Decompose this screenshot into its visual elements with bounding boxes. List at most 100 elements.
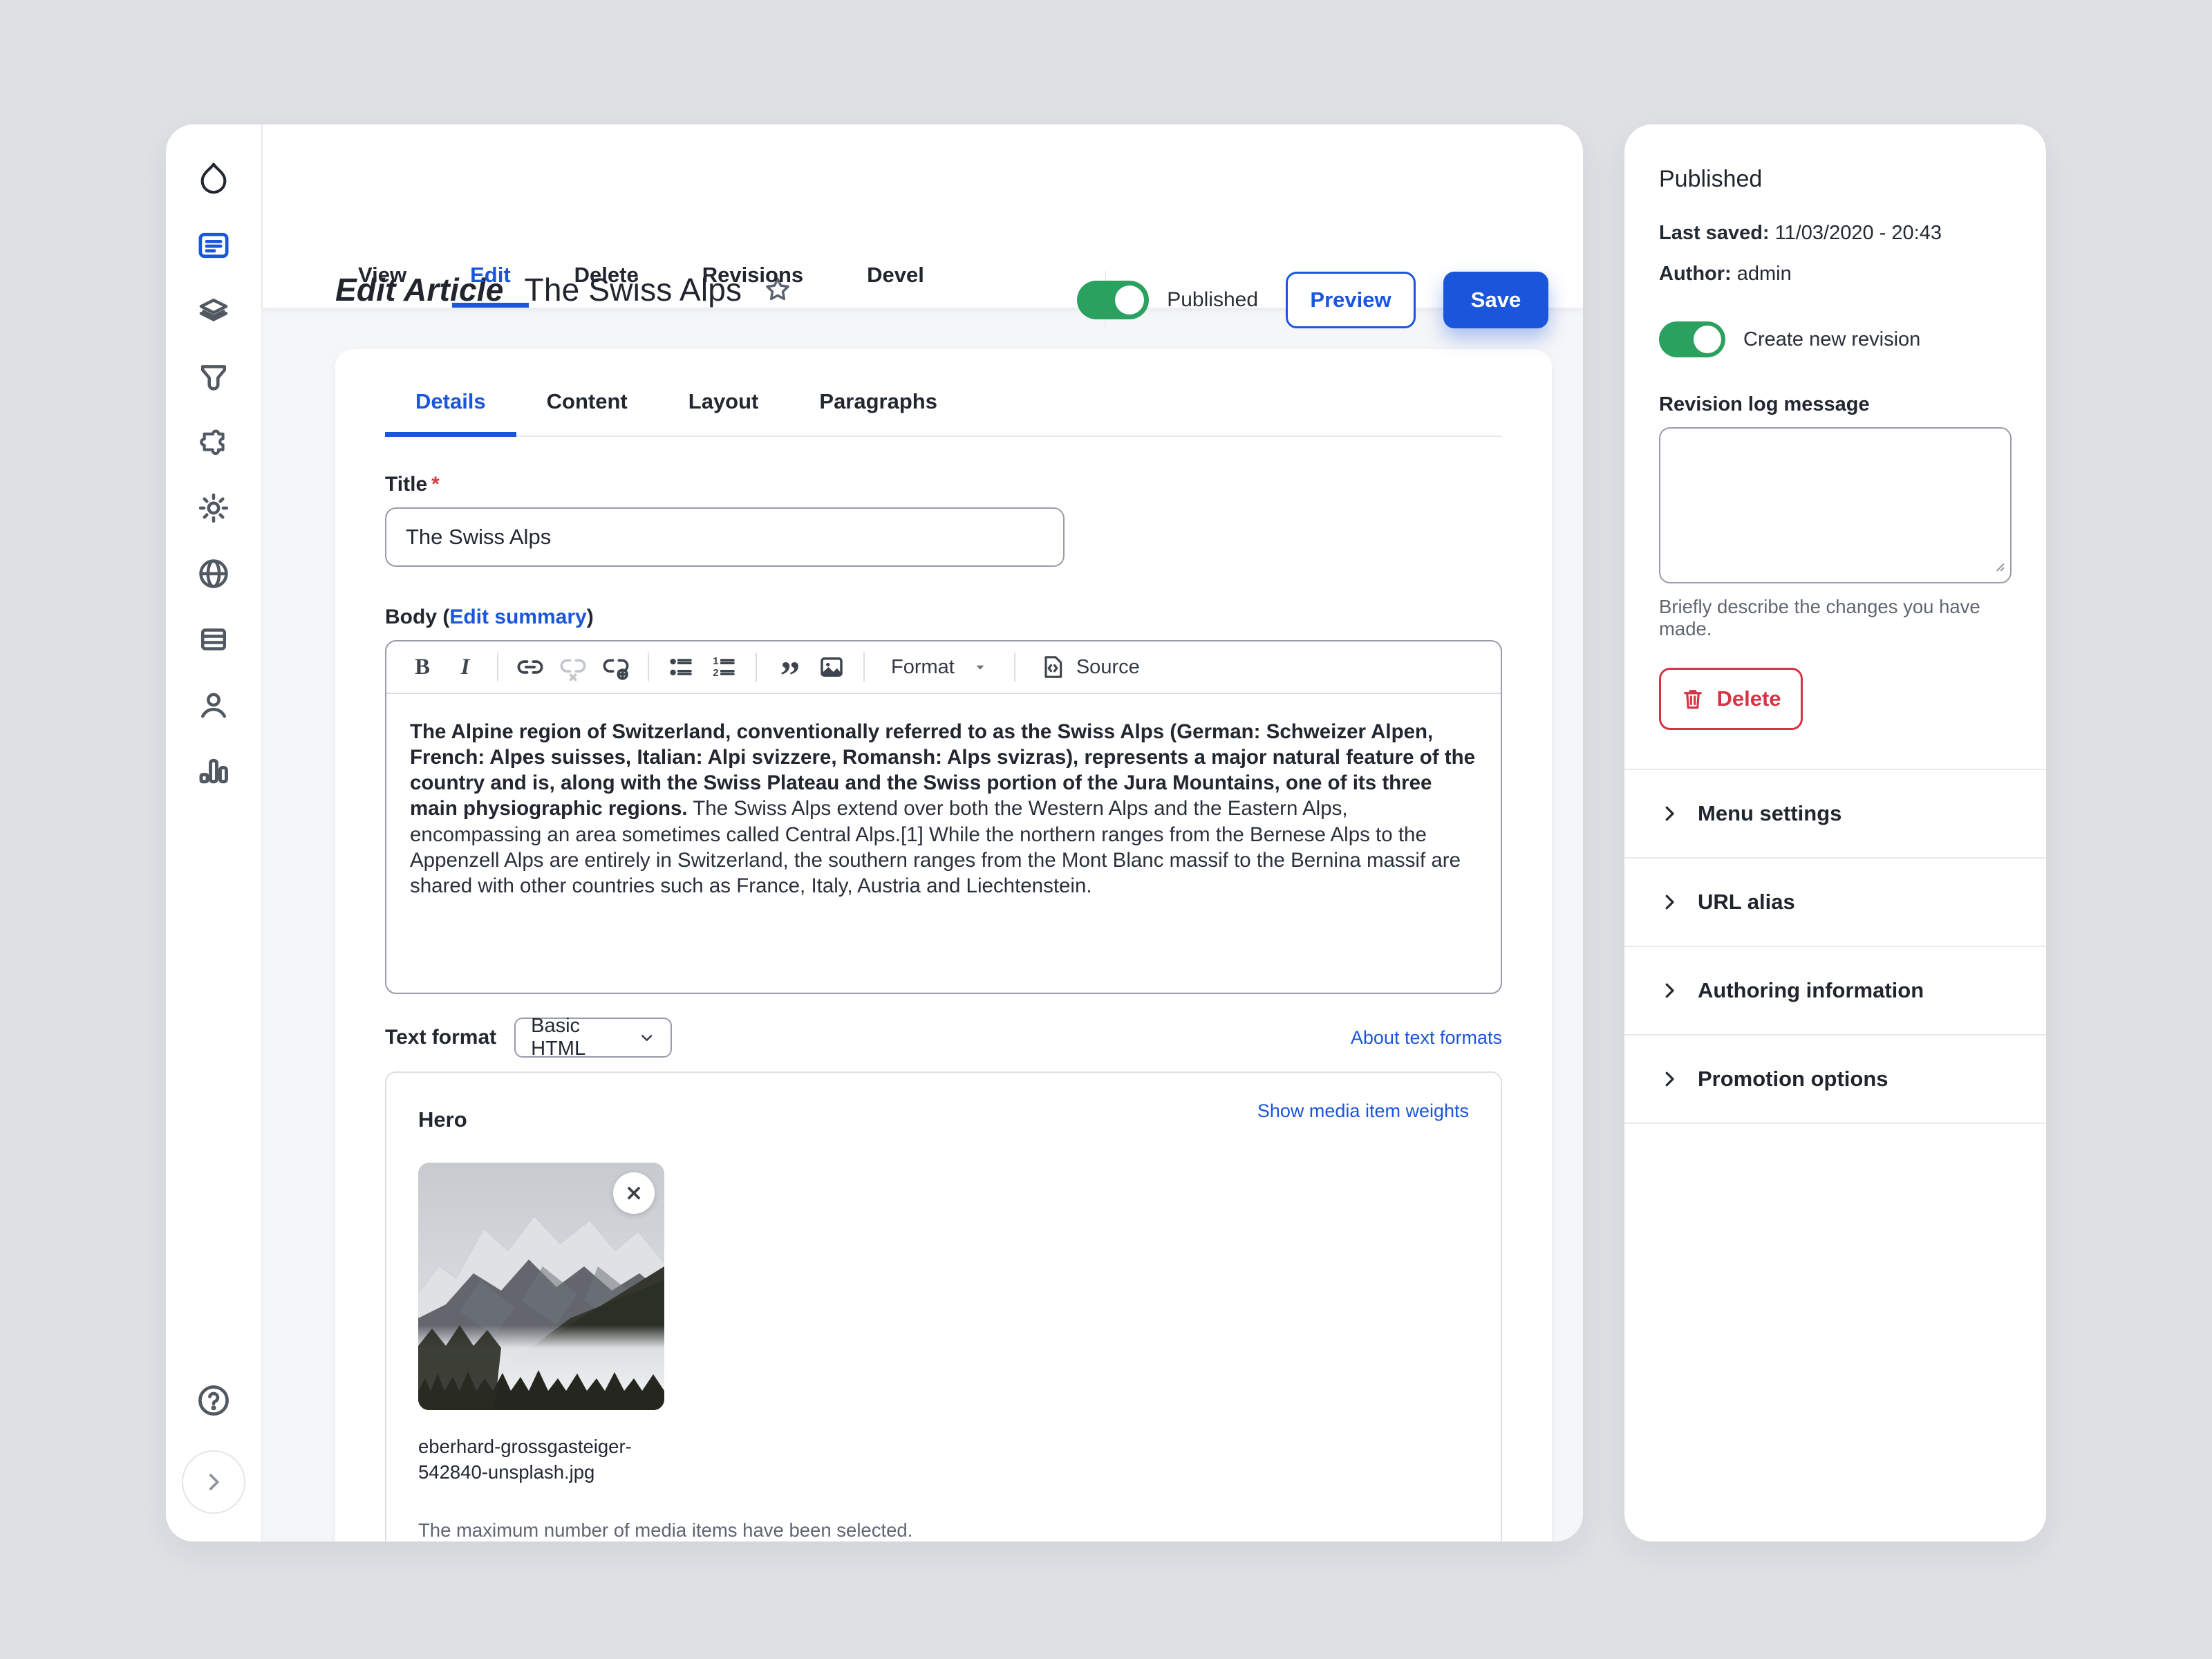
chevron-down-icon <box>641 1035 653 1041</box>
content-area: Details Content Layout Paragraphs Title *… <box>263 308 1583 1541</box>
edit-summary-link[interactable]: Edit summary <box>449 606 586 628</box>
status-heading: Published <box>1659 166 1763 192</box>
page-header: Edit Article The Swiss Alps Published Pr… <box>263 124 1583 329</box>
italic-button[interactable]: I <box>447 648 483 686</box>
accordion-label: URL alias <box>1698 890 1795 914</box>
about-text-formats-link[interactable]: About text formats <box>1351 1027 1502 1049</box>
text-format-row: Text format Basic HTML About text format… <box>385 1015 1502 1060</box>
create-revision-toggle[interactable] <box>1659 321 1725 357</box>
numbered-list-button[interactable]: 12 <box>706 648 742 686</box>
hero-label: Hero <box>418 1107 467 1132</box>
expand-chevron-icon[interactable] <box>182 1450 245 1514</box>
delete-button[interactable]: Delete <box>1659 668 1803 730</box>
format-dropdown-label: Format <box>891 655 955 678</box>
chevron-right-icon <box>1665 894 1674 910</box>
title-input[interactable] <box>385 507 1065 567</box>
format-dropdown[interactable]: Format <box>879 656 1000 679</box>
text-format-select[interactable]: Basic HTML <box>514 1015 673 1060</box>
source-button[interactable]: Source <box>1029 653 1150 681</box>
title-field-label: Title * <box>385 473 1502 496</box>
bold-button[interactable]: B <box>404 648 440 686</box>
configuration-gear-icon[interactable] <box>189 483 238 533</box>
toolbar-divider <box>648 653 649 682</box>
tab-devel[interactable]: Devel <box>849 263 942 308</box>
author-value: admin <box>1731 263 1792 285</box>
header-actions: Published Preview Save <box>1077 271 1548 329</box>
help-icon[interactable] <box>189 1376 238 1425</box>
tab-details[interactable]: Details <box>385 389 516 437</box>
toggle-knob <box>1694 326 1721 353</box>
tab-paragraphs[interactable]: Paragraphs <box>789 389 968 437</box>
revision-log-textarea[interactable] <box>1659 427 2012 583</box>
toolbar-divider <box>1013 653 1015 682</box>
text-format-value: Basic HTML <box>531 1015 586 1060</box>
tab-revisions[interactable]: Revisions <box>684 263 821 308</box>
tab-layout[interactable]: Layout <box>658 389 789 437</box>
reports-chart-icon[interactable] <box>189 746 238 796</box>
structure-layers-icon[interactable] <box>189 286 238 336</box>
last-saved-label: Last saved: <box>1659 222 1770 244</box>
svg-text:1: 1 <box>713 656 718 667</box>
link-button[interactable] <box>512 648 548 686</box>
show-media-weights-link[interactable]: Show media item weights <box>1257 1100 1469 1122</box>
bullet-list-button[interactable] <box>663 648 699 686</box>
chevron-right-icon <box>1665 983 1674 998</box>
create-revision-row: Create new revision <box>1659 321 2012 357</box>
chevron-right-icon <box>1665 1071 1674 1087</box>
editor-content[interactable]: The Alpine region of Switzerland, conven… <box>386 694 1501 993</box>
body-label-prefix: Body ( <box>385 606 450 628</box>
books-icon[interactable] <box>189 615 238 664</box>
edit-form-card: Details Content Layout Paragraphs Title *… <box>335 349 1552 1541</box>
hero-header: Hero Show media item weights <box>418 1100 1469 1132</box>
trash-icon <box>1684 690 1703 709</box>
svg-text:2: 2 <box>713 668 718 679</box>
toolbar-divider <box>756 653 757 682</box>
body-label-suffix: ) <box>586 606 594 628</box>
revision-log-label: Revision log message <box>1659 393 1870 415</box>
unlink-button[interactable] <box>555 648 591 686</box>
toolbar-divider <box>863 653 865 682</box>
appearance-shield-icon[interactable] <box>189 352 238 402</box>
blockquote-button[interactable]: ” <box>771 648 807 696</box>
tab-edit[interactable]: Edit <box>452 263 529 308</box>
revision-log-wrap <box>1659 427 2012 583</box>
body-field-label: Body (Edit summary) <box>385 606 1502 629</box>
published-toggle[interactable] <box>1077 281 1150 319</box>
save-button[interactable]: Save <box>1443 272 1548 328</box>
revision-log-help: Briefly describe the changes you have ma… <box>1659 596 1980 639</box>
accordion-label: Menu settings <box>1698 801 1842 825</box>
content-icon[interactable] <box>189 221 238 270</box>
accordion-label: Promotion options <box>1698 1067 1888 1091</box>
chevron-right-icon <box>1665 806 1674 821</box>
hero-media-card: Hero Show media item weights eberhard-gr… <box>385 1071 1502 1541</box>
textarea-resize-handle[interactable] <box>1991 558 2006 577</box>
source-code-icon <box>1044 656 1062 678</box>
web-globe-icon[interactable] <box>189 549 238 599</box>
extend-puzzle-icon[interactable] <box>189 418 238 467</box>
accordion-authoring-information[interactable]: Authoring information <box>1624 947 2046 1035</box>
accordion-menu-settings[interactable]: Menu settings <box>1624 770 2046 859</box>
main-window: Edit Article The Swiss Alps Published Pr… <box>166 124 1583 1541</box>
tab-content[interactable]: Content <box>516 389 658 437</box>
body-editor: B I 1 2 ” Format Source The Alpine regio… <box>385 640 1502 994</box>
tab-view[interactable]: View <box>340 263 424 308</box>
required-mark: * <box>431 473 440 496</box>
people-icon[interactable] <box>189 680 238 730</box>
author-label: Author: <box>1659 263 1732 285</box>
remove-media-button[interactable] <box>613 1172 655 1214</box>
form-tabs: Details Content Layout Paragraphs <box>385 349 1502 437</box>
preview-button[interactable]: Preview <box>1286 272 1416 328</box>
media-filename: eberhard-grossgasteiger-542840-unsplash.… <box>418 1436 632 1483</box>
toolbar-divider <box>497 653 498 682</box>
accordion-url-alias[interactable]: URL alias <box>1624 859 2046 947</box>
last-saved-row: Last saved: 11/03/2020 - 20:43 <box>1659 222 2012 245</box>
link-add-button[interactable] <box>598 648 634 686</box>
image-button[interactable] <box>814 648 850 686</box>
source-button-label: Source <box>1076 655 1140 678</box>
title-label-text: Title <box>385 473 428 496</box>
primary-tabs: View Edit Delete Revisions Devel <box>340 263 942 308</box>
tab-delete[interactable]: Delete <box>556 263 657 308</box>
accordion-label: Authoring information <box>1698 978 1924 1002</box>
accordion-promotion-options[interactable]: Promotion options <box>1624 1035 2046 1124</box>
drupal-logo-icon[interactable] <box>189 155 238 205</box>
